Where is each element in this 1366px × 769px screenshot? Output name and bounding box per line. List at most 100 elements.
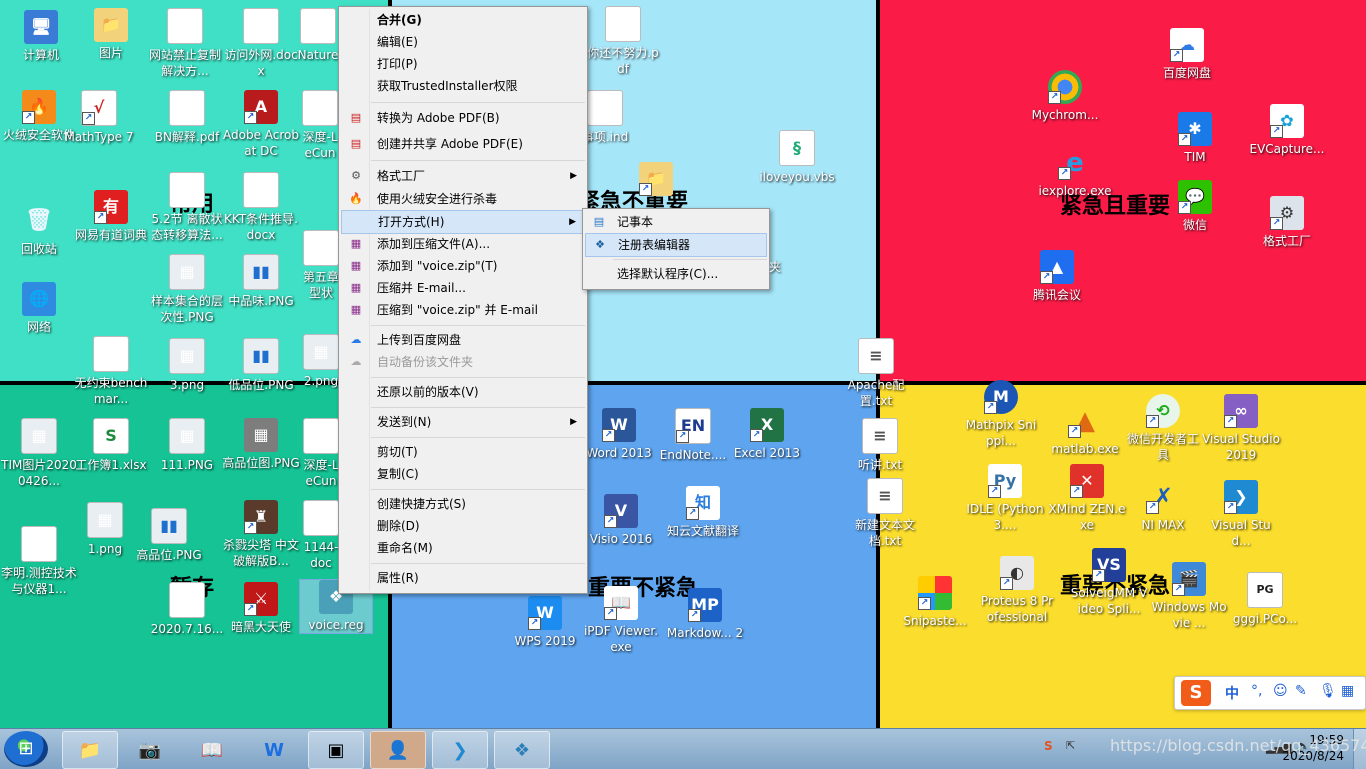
desktop-icon-deep2[interactable]: ≡深度-LeCun	[302, 418, 340, 489]
desktop-icon-zhiyun[interactable]: 知↗知云文献翻译	[664, 486, 742, 539]
submenu-item-regedit[interactable]: ❖注册表编辑器	[585, 233, 767, 257]
desktop-icon-low-png[interactable]: ▮▮低品位.PNG	[222, 338, 300, 393]
taskbar-wps[interactable]: W	[246, 731, 302, 769]
menu-item-add-archive[interactable]: ▦添加到压缩文件(A)...	[341, 233, 585, 255]
desktop-icon-geshi[interactable]: ⚙↗格式工厂	[1248, 196, 1326, 249]
taskbar-ipdf[interactable]: 📖	[184, 731, 240, 769]
submenu-item-choose-default[interactable]: 选择默认程序(C)...	[585, 263, 767, 285]
desktop-icon-acrobat[interactable]: A↗Adobe Acrobat DC	[222, 90, 300, 159]
desktop-icon-ipdf[interactable]: 📖↗iPDF Viewer.exe	[582, 586, 660, 655]
desktop-icon-deep1[interactable]: ≡深度-LeCun	[300, 90, 340, 161]
desktop-icon-kkt[interactable]: WKKT条件推导.docx	[222, 172, 300, 243]
menu-item-trusted-installer[interactable]: 获取TrustedInstaller权限	[341, 75, 585, 97]
desktop-icon-work-xlsx[interactable]: S工作簿1.xlsx	[72, 418, 150, 473]
taskbar-camera[interactable]: 📷	[122, 731, 178, 769]
desktop-icon-snipaste[interactable]: ↗Snipaste...	[896, 576, 974, 629]
desktop-icon-killspire[interactable]: ♜↗杀戮尖塔 中文破解版B...	[222, 500, 300, 569]
taskbar-vscode[interactable]: ❯	[432, 731, 488, 769]
desktop-icon-apache[interactable]: ≡Apache配置.txt	[846, 338, 906, 409]
desktop-icon-computer[interactable]: 🖥计算机	[2, 10, 80, 63]
desktop-icon-web-copy[interactable]: ≡网站禁止复制解决方...	[146, 8, 224, 79]
menu-item-restore[interactable]: 还原以前的版本(V)	[341, 381, 585, 403]
desktop-icon-markov[interactable]: W5.2节 离散状态转移算法...	[148, 172, 226, 243]
desktop-icon-tim[interactable]: ✱↗TIM	[1156, 112, 1234, 165]
grid-icon[interactable]: ▦	[1341, 683, 1354, 699]
menu-item-properties[interactable]: 属性(R)	[341, 567, 585, 589]
desktop-icon-wechat[interactable]: 💬↗微信	[1156, 180, 1234, 233]
desktop-icon-matlab[interactable]: ▲↗matlab.exe	[1046, 404, 1124, 457]
desktop-icon-mid-png[interactable]: ▮▮中品味.PNG	[222, 254, 300, 309]
menu-item-create-shortcut[interactable]: 创建快捷方式(S)	[341, 493, 585, 515]
taskbar-terminal[interactable]: ▣	[308, 731, 364, 769]
menu-item-upload-baidu[interactable]: ☁上传到百度网盘	[341, 329, 585, 351]
desktop-icon-wechat-dev[interactable]: ⟲↗微信开发者工具	[1124, 394, 1202, 463]
pen-icon[interactable]: ✎	[1295, 683, 1307, 699]
menu-item-send-to[interactable]: 发送到(N)▶	[341, 411, 585, 433]
desktop-icon-network[interactable]: 🌐网络	[0, 282, 78, 335]
taskbar-explorer[interactable]: 📁	[62, 731, 118, 769]
ime-punctuation-toggle[interactable]: °,	[1251, 683, 1262, 699]
desktop-icon-chrome[interactable]: ↗Mychrom...	[1026, 70, 1104, 123]
desktop-icon-folder-mid[interactable]: 📁↗	[626, 162, 686, 199]
desktop-icon-word2013[interactable]: W↗Word 2013	[580, 408, 658, 461]
desktop-icon-pdf-top[interactable]: A你还不努力.pdf	[584, 6, 662, 77]
menu-item-print[interactable]: 打印(P)	[341, 53, 585, 75]
desktop-icon-1144[interactable]: W1144-doc	[302, 500, 340, 571]
desktop-icon-markdown[interactable]: MP↗Markdow... 2	[666, 588, 744, 641]
desktop-icon-recycle[interactable]: 🗑回收站	[0, 204, 78, 257]
desktop-icon-fifth[interactable]: W第五章 型状	[302, 230, 340, 301]
menu-item-edit[interactable]: 编辑(E)	[341, 31, 585, 53]
desktop-icon-tim-img[interactable]: ▦TIM图片20200426...	[0, 418, 78, 489]
menu-item-huorong-scan[interactable]: 🔥使用火绒安全进行杀毒	[341, 188, 585, 210]
desktop-icon-moviemaker[interactable]: 🎬↗Windows Movie ...	[1150, 562, 1228, 631]
desktop-icon-tencent-meeting[interactable]: ▲↗腾讯会议	[1018, 250, 1096, 303]
desktop-icon-baidu[interactable]: ☁↗百度网盘	[1148, 28, 1226, 81]
menu-item-format-factory[interactable]: ⚙格式工厂▶	[341, 165, 585, 187]
desktop-icon-darkest[interactable]: ⚔↗暗黑大天使	[222, 582, 300, 635]
desktop-icon-youdao[interactable]: 有↗网易有道词典	[72, 190, 150, 243]
desktop-icon-vs2019[interactable]: ∞↗Visual Studio 2019	[1202, 394, 1280, 463]
desktop-icon-visit-foreign[interactable]: W访问外网.docx	[222, 8, 300, 79]
desktop-icon-high-png[interactable]: ▮▮高品位.PNG	[130, 508, 208, 563]
desktop-icon-gggi[interactable]: PGgggi.PCo...	[1226, 572, 1304, 627]
desktop-icon-sample-png[interactable]: ▦样本集合的层次性.PNG	[148, 254, 226, 325]
start-button[interactable]: ⊞	[4, 731, 48, 767]
taskbar-regedit[interactable]: ❖	[494, 731, 550, 769]
desktop-icon-wps[interactable]: W↗WPS 2019	[506, 596, 584, 649]
desktop-icon-excel2013[interactable]: X↗Excel 2013	[728, 408, 806, 461]
microphone-icon[interactable]: 🎙	[1319, 683, 1337, 699]
desktop-icon-iexplore[interactable]: e↗iexplore.exe	[1036, 146, 1114, 199]
emoji-icon[interactable]: ☺	[1273, 683, 1288, 699]
menu-item-compress-zip-email[interactable]: ▦压缩到 "voice.zip" 并 E-mail	[341, 299, 585, 321]
desktop-icon-solveig[interactable]: VS↗SolveigMM Video Spli...	[1070, 548, 1148, 617]
menu-item-delete[interactable]: 删除(D)	[341, 515, 585, 537]
desktop-icon-vscode[interactable]: ❯↗Visual Stud...	[1202, 480, 1280, 549]
desktop-icon-nimax[interactable]: ✗↗NI MAX	[1124, 480, 1202, 533]
menu-item-share-pdf[interactable]: ▤创建并共享 Adobe PDF(E)	[341, 133, 585, 155]
submenu-item-notepad[interactable]: ▤记事本	[585, 211, 767, 233]
desktop-icon-xmind[interactable]: ✕↗XMind ZEN.exe	[1048, 464, 1126, 533]
desktop-icon-high-png2[interactable]: ▦高品位图.PNG	[222, 418, 300, 471]
desktop-icon-proteus[interactable]: ◐↗Proteus 8 Professional	[978, 556, 1056, 625]
tray-expand-icon[interactable]: ⇱	[1066, 739, 1075, 752]
desktop-icon-date-doc[interactable]: W2020.7.16...	[148, 582, 226, 637]
taskbar-game[interactable]: 👤	[370, 731, 426, 769]
desktop-icon-idle[interactable]: Py↗IDLE (Python 3....	[966, 464, 1044, 533]
desktop-icon-visio2016[interactable]: V↗Visio 2016	[582, 494, 660, 547]
desktop-icon-111png[interactable]: ▦111.PNG	[148, 418, 226, 473]
desktop-icon-3png[interactable]: ▦3.png	[148, 338, 226, 393]
desktop-icon-listen[interactable]: ≡听讲.txt	[850, 418, 910, 473]
desktop-icon-iloveyou[interactable]: §iloveyou.vbs	[758, 130, 836, 185]
desktop-icon-2png[interactable]: ▦2.png	[302, 334, 340, 389]
desktop-icon-newtxt[interactable]: ≡新建文本文档.txt	[850, 478, 920, 549]
menu-item-rename[interactable]: 重命名(M)	[341, 537, 585, 559]
desktop-icon-mathpix[interactable]: M↗Mathpix Snippi...	[962, 380, 1040, 449]
desktop-icon-endnote[interactable]: EN↗EndNote....	[654, 408, 732, 463]
desktop-icon-nature[interactable]: ANature	[296, 8, 340, 63]
menu-item-open-with[interactable]: 打开方式(H)▶	[341, 210, 585, 234]
sogou-logo-icon[interactable]: S	[1181, 680, 1211, 706]
desktop-icon-wuyueshu[interactable]: W无约束benchmar...	[72, 336, 150, 407]
menu-item-merge[interactable]: 合并(G)	[341, 9, 585, 31]
desktop-icon-evcapture[interactable]: ✿↗EVCapture...	[1248, 104, 1326, 157]
desktop-icon-mathtype[interactable]: √↗MathType 7	[60, 90, 138, 145]
